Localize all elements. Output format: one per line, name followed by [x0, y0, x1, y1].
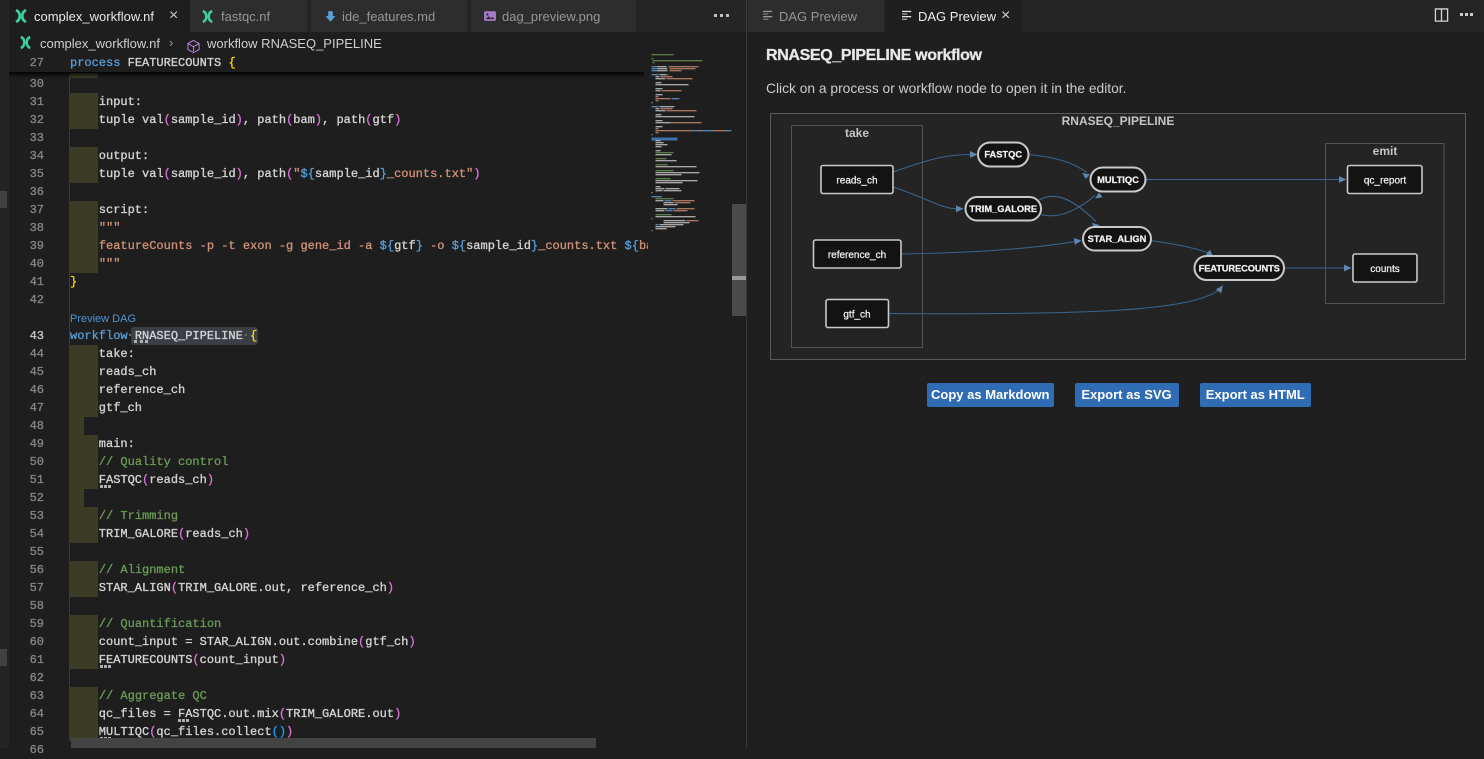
svg-text:qc_report: qc_report [1364, 176, 1406, 187]
svg-text:reads_ch: reads_ch [836, 176, 877, 187]
svg-text:STAR_ALIGN: STAR_ALIGN [1088, 234, 1147, 244]
svg-text:MULTIQC: MULTIQC [1097, 175, 1139, 185]
svg-text:TRIM_GALORE: TRIM_GALORE [969, 204, 1037, 214]
svg-text:gtf_ch: gtf_ch [843, 310, 870, 321]
svg-text:FEATURECOUNTS: FEATURECOUNTS [1199, 263, 1280, 273]
svg-text:take: take [845, 126, 869, 140]
svg-text:emit: emit [1373, 144, 1398, 158]
svg-text:FASTQC: FASTQC [984, 150, 1022, 160]
svg-text:counts: counts [1370, 264, 1399, 275]
svg-text:reference_ch: reference_ch [828, 250, 886, 261]
svg-text:RNASEQ_PIPELINE: RNASEQ_PIPELINE [1062, 114, 1175, 128]
